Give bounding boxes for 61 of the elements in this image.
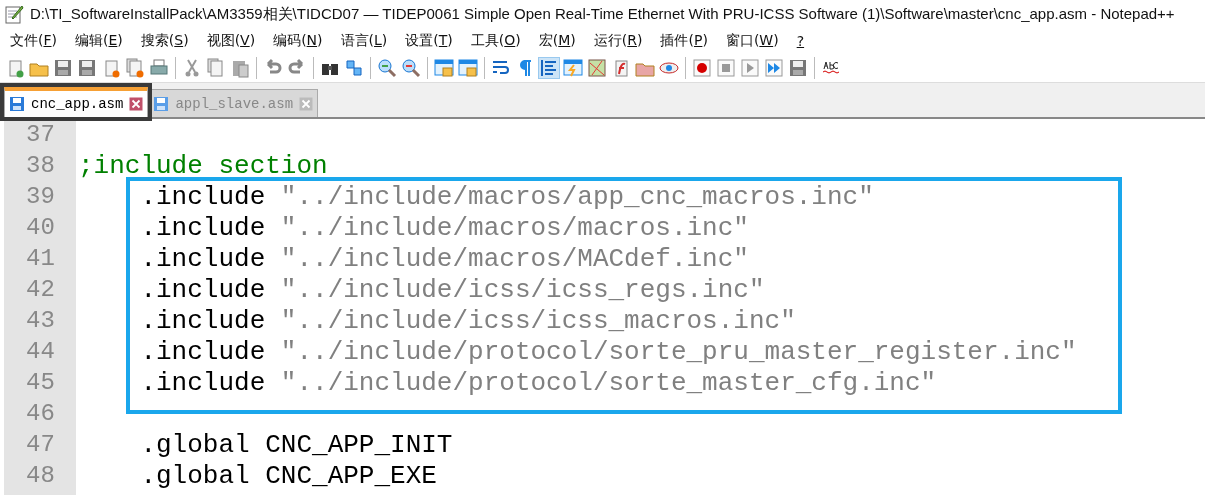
line-number: 47 [25, 431, 56, 458]
menu-item[interactable]: 窗口(W) [725, 32, 779, 50]
code-line: .include "../include/icss/icss_macros.inc" [139, 305, 796, 336]
save-icon[interactable] [53, 58, 73, 78]
menu-item[interactable]: 编辑(E) [75, 32, 123, 50]
menu-item[interactable]: 宏(M) [538, 32, 576, 50]
play-icon[interactable] [740, 58, 760, 78]
line-number: 43 [25, 307, 56, 334]
paste-icon[interactable] [230, 58, 250, 78]
save-macro-icon[interactable] [788, 58, 808, 78]
code-line: .include "../include/macros/app_cnc_macros.inc" [139, 181, 874, 212]
save-icon [153, 95, 170, 112]
window-title: D:\TI_SoftwareInstallPack\AM3359相关\TIDCD07 — TIDEP0061 Simple Open Real-Time Ethernet With PRU-ICSS Software (1)\Software\master\cnc_app.asm - Notepad++ [30, 4, 1175, 24]
replace-icon[interactable] [344, 58, 364, 78]
menu-item[interactable]: 设置(T) [405, 32, 453, 50]
code-line: .include "../include/macros/macros.inc" [139, 212, 749, 243]
menu-item[interactable]: 编码(N) [273, 32, 323, 50]
sync-horizontal-icon[interactable] [458, 58, 478, 78]
line-number: 42 [25, 276, 56, 303]
zoom-in-icon[interactable] [377, 58, 397, 78]
save-icon [9, 96, 25, 112]
menu-item[interactable]: 工具(O) [470, 32, 521, 50]
save-all-icon[interactable] [77, 58, 97, 78]
menu-item[interactable]: 插件(P) [660, 32, 708, 50]
menu-item[interactable]: 语言(L) [340, 32, 388, 50]
sync-vertical-icon[interactable] [434, 58, 454, 78]
close-icon[interactable] [129, 97, 144, 111]
line-number: 44 [25, 338, 56, 365]
code-line: ;include section [78, 150, 328, 181]
menu-item[interactable]: 搜索(S) [140, 32, 189, 50]
line-number: 40 [25, 214, 56, 241]
code-line: .include "../include/icss/icss_regs.inc" [139, 274, 765, 305]
code-line: .include "../include/macros/MACdef.inc" [139, 243, 749, 274]
code-line: .global CNC_APP_INIT [139, 429, 453, 460]
lightning-window-icon[interactable] [563, 58, 583, 78]
close-all-icon[interactable] [125, 58, 145, 78]
line-number: 46 [25, 400, 56, 427]
record-icon[interactable] [692, 58, 712, 78]
line-number: 48 [25, 462, 56, 489]
zoom-out-icon[interactable] [401, 58, 421, 78]
close-icon[interactable] [299, 96, 314, 111]
tab-label: appl_slave.asm [175, 95, 294, 112]
menu-item[interactable]: ? [796, 33, 805, 49]
menu-item[interactable]: 视图(V) [206, 32, 256, 50]
menu-item[interactable]: 文件(F) [10, 32, 57, 50]
notepad-icon [4, 4, 24, 24]
line-number: 39 [25, 183, 56, 210]
copy-icon[interactable] [206, 58, 226, 78]
code-line: .include "../include/protocol/sorte_master_cfg.inc" [139, 367, 937, 398]
code-line: .global CNC_APP_EXE [139, 460, 437, 491]
indent-guide-icon[interactable] [539, 58, 559, 78]
code-line: .include "../include/protocol/sorte_pru_master_register.inc" [139, 336, 1077, 367]
line-number: 45 [25, 369, 56, 396]
fast-forward-icon[interactable] [764, 58, 784, 78]
tab-label: cnc_app.asm [31, 96, 124, 112]
stop-icon[interactable] [716, 58, 736, 78]
line-number: 37 [25, 121, 56, 148]
menu-item[interactable]: 运行(R) [593, 32, 643, 50]
line-number: 41 [25, 245, 56, 272]
line-number: 38 [25, 152, 56, 179]
print-icon[interactable] [149, 58, 169, 78]
